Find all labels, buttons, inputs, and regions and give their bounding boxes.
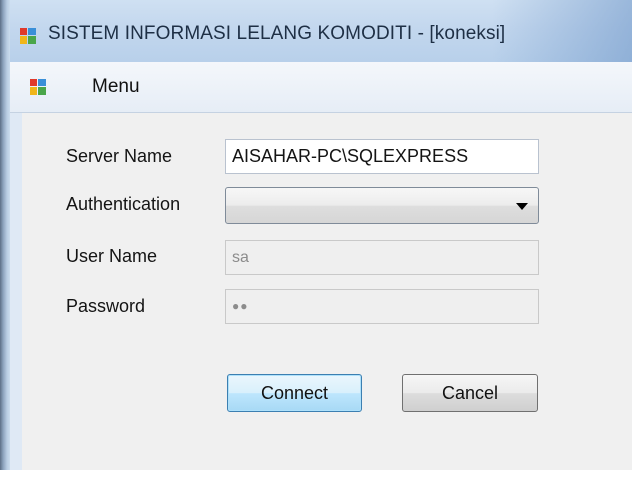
server-name-label: Server Name [66,146,173,166]
window-title: SISTEM INFORMASI LELANG KOMODITI - [kone… [48,23,506,44]
connect-button[interactable]: Connect [227,374,362,412]
title-bar-glow [492,0,632,62]
user-name-input[interactable]: sa [225,240,539,275]
authentication-dropdown[interactable] [225,187,539,224]
password-input[interactable]: ●● [225,289,539,324]
app-window-icon[interactable] [20,28,36,44]
authentication-label: Authentication [66,194,181,214]
password-label: Password [66,296,146,316]
cancel-button[interactable]: Cancel [402,374,538,412]
user-name-label: User Name [66,246,158,266]
chevron-down-icon[interactable] [516,203,528,210]
koneksi-window: SISTEM INFORMASI LELANG KOMODITI - [kone… [0,0,632,470]
menu-item-menu[interactable]: Menu [92,76,140,98]
window-left-border [0,0,10,470]
server-name-input[interactable]: AISAHAR-PC\SQLEXPRESS [225,139,539,174]
screenshot: SISTEM INFORMASI LELANG KOMODITI - [kone… [0,0,632,487]
mdi-child-icon[interactable] [30,79,46,95]
